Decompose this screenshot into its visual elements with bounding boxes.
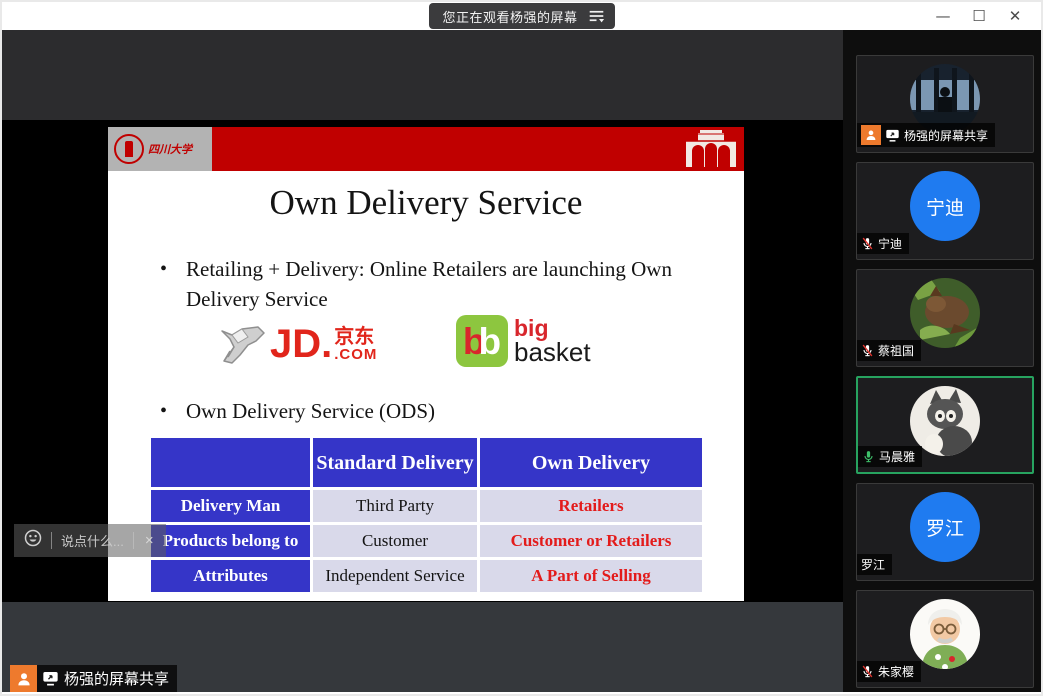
table-header-own: Own Delivery [479, 437, 704, 489]
shared-screen-stage: 四川大学 [2, 30, 843, 692]
participant-name-tag: 蔡祖国 [857, 340, 921, 361]
table-cell: Third Party [312, 489, 479, 524]
emoji-smiley-icon[interactable] [24, 529, 42, 552]
mic-muted-icon [861, 344, 874, 357]
jd-logo-chinese: 京东 [334, 327, 377, 347]
mic-muted-icon [861, 665, 874, 678]
gate-building-icon [684, 129, 738, 174]
avatar: 罗江 [910, 492, 980, 562]
titlebar: 您正在观看杨强的屏幕 — ☐ ✕ [2, 2, 1041, 30]
table-cell: Customer [312, 524, 479, 559]
participant-tile-yangqiang-share[interactable]: 杨强的屏幕共享 [856, 55, 1034, 153]
table-header-empty [150, 437, 312, 489]
slide-title: Own Delivery Service [108, 183, 744, 223]
university-emblem-icon [114, 134, 144, 164]
presenter-overlay: 杨强的屏幕共享 [10, 665, 177, 692]
participant-name: 杨强的屏幕共享 [904, 127, 988, 144]
table-cell: Independent Service [312, 559, 479, 594]
avatar [910, 278, 980, 348]
participants-sidebar: 杨强的屏幕共享 宁迪 宁迪 [843, 30, 1041, 692]
hamburger-menu-icon[interactable] [588, 9, 605, 23]
participant-name: 宁迪 [878, 235, 902, 252]
participant-name-tag: 朱家樱 [857, 661, 921, 682]
app-body: 四川大学 [2, 30, 1041, 692]
participant-name-tag: 罗江 [857, 554, 892, 575]
university-name: 四川大学 [148, 141, 192, 157]
jd-logo-text: JD. [270, 326, 332, 362]
minimize-button[interactable]: — [925, 2, 961, 30]
participant-tile-zhujiaying[interactable]: 朱家樱 [856, 590, 1034, 688]
university-logo: 四川大学 [108, 127, 212, 171]
window-controls: — ☐ ✕ [925, 2, 1033, 30]
jd-logo: JD. 京东 .COM [218, 321, 377, 367]
table-cell: A Part of Selling [479, 559, 704, 594]
participant-tile-ningdi[interactable]: 宁迪 宁迪 [856, 162, 1034, 260]
watching-banner[interactable]: 您正在观看杨强的屏幕 [428, 3, 614, 29]
jd-dog-icon [218, 321, 270, 367]
table-row: Delivery Man Third Party Retailers [150, 489, 704, 524]
table-cell: Customer or Retailers [479, 524, 704, 559]
comparison-table: Standard Delivery Own Delivery Delivery … [148, 435, 705, 595]
mic-on-icon [862, 450, 875, 463]
slide-bullet-1: Retailing + Delivery: Online Retailers a… [156, 255, 704, 315]
participant-name-tag: 宁迪 [857, 233, 909, 254]
participant-tile-machenya[interactable]: 马晨雅 [856, 376, 1034, 474]
close-button[interactable]: ✕ [997, 2, 1033, 30]
screen-share-icon [42, 671, 59, 686]
divider [133, 532, 134, 549]
divider [51, 532, 52, 549]
mic-muted-icon [861, 237, 874, 250]
table-header-row: Standard Delivery Own Delivery [150, 437, 704, 489]
bigbasket-logo: b b big basket [456, 315, 591, 367]
participant-name: 罗江 [861, 556, 885, 573]
table-cell: Attributes [150, 559, 312, 594]
avatar [910, 599, 980, 669]
maximize-button[interactable]: ☐ [961, 2, 997, 30]
table-cell: Delivery Man [150, 489, 312, 524]
table-row: Products belong to Customer Customer or … [150, 524, 704, 559]
chat-close-icon[interactable]: × [143, 532, 156, 549]
participant-name: 蔡祖国 [878, 342, 914, 359]
participant-tile-luojiang[interactable]: 罗江 罗江 [856, 483, 1034, 581]
slide-bullet-2: Own Delivery Service (ODS) [156, 397, 704, 427]
presenter-overlay-label: 杨强的屏幕共享 [64, 668, 169, 689]
table-cell: Products belong to [150, 524, 312, 559]
meeting-window: 您正在观看杨强的屏幕 — ☐ ✕ [0, 0, 1043, 696]
bigbasket-b2: b [479, 323, 502, 360]
participant-name-tag: 马晨雅 [858, 446, 922, 467]
participant-name: 朱家樱 [878, 663, 914, 680]
table-cell: Retailers [479, 489, 704, 524]
chat-input[interactable]: 说点什么... [61, 531, 124, 550]
bigbasket-basket-text: basket [514, 340, 591, 365]
presenter-person-icon [10, 665, 37, 692]
brand-logos-row: JD. 京东 .COM b b big [108, 315, 744, 385]
table-row: Attributes Independent Service A Part of… [150, 559, 704, 594]
chat-quick-bar: 说点什么... × [14, 524, 166, 557]
avatar: 宁迪 [910, 171, 980, 241]
participant-tile-caizuguo[interactable]: 蔡祖国 [856, 269, 1034, 367]
participant-name: 马晨雅 [879, 448, 915, 465]
screen-share-icon [885, 129, 900, 142]
presentation-slide: 四川大学 [108, 127, 744, 601]
jd-logo-com: .COM [334, 347, 377, 362]
slide-header-band: 四川大学 [108, 127, 744, 171]
table-header-standard: Standard Delivery [312, 437, 479, 489]
watching-banner-text: 您正在观看杨强的屏幕 [442, 7, 577, 26]
bigbasket-badge-icon: b b [456, 315, 508, 367]
participant-name-tag: 杨强的屏幕共享 [857, 123, 995, 147]
presenter-person-icon [861, 125, 881, 145]
